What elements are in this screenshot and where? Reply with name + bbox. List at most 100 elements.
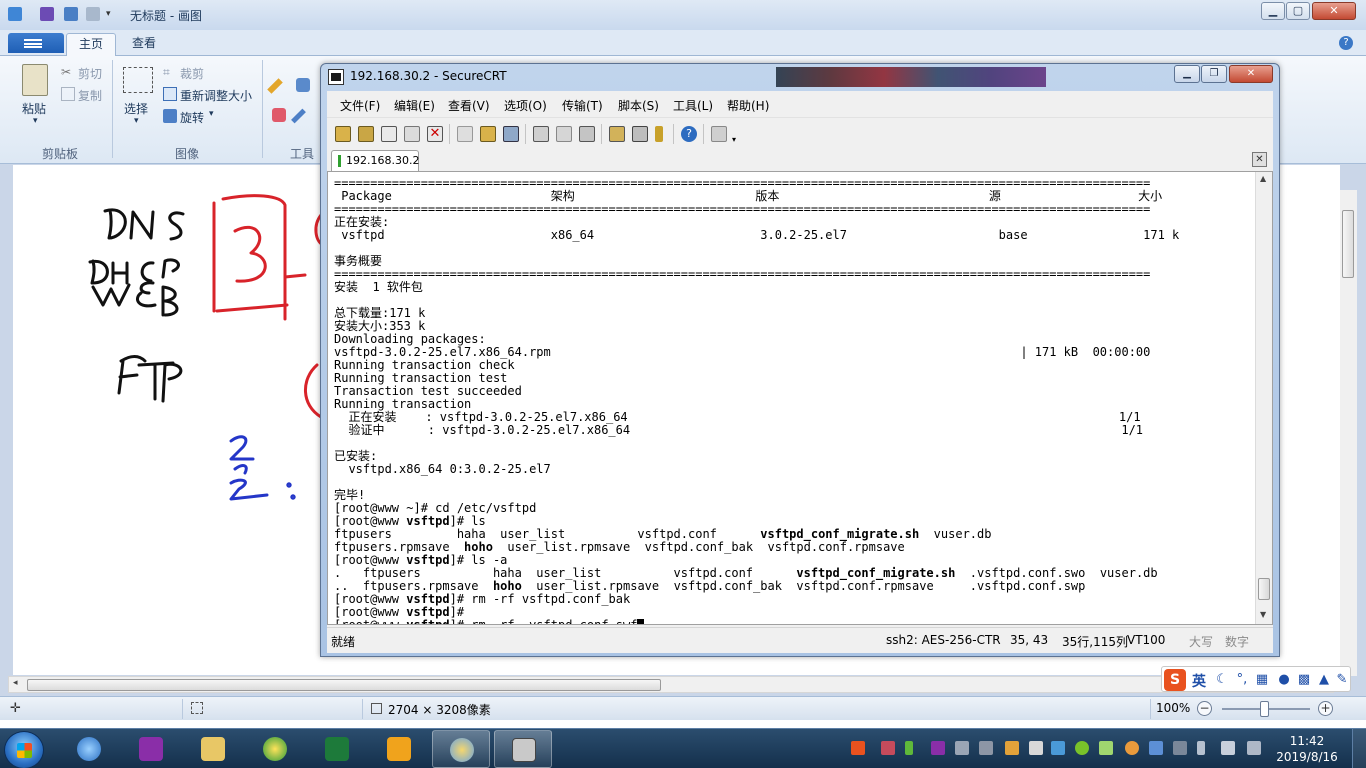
securecrt-restore-button[interactable]: ❐ — [1201, 65, 1227, 83]
session-tab[interactable]: 192.168.30.2 — [331, 150, 419, 171]
terminal-scrollbar[interactable]: ▲ ▼ — [1255, 172, 1272, 624]
sogou-ime-icon[interactable]: S — [1164, 669, 1186, 691]
taskbar-clock[interactable]: 11:42 2019/8/16 — [1272, 733, 1342, 765]
tray-app-icon[interactable] — [1005, 741, 1019, 755]
moon-icon[interactable]: ☾ — [1214, 672, 1230, 688]
sogou-tray-icon[interactable] — [851, 741, 865, 755]
terminal-output[interactable]: ========================================… — [327, 171, 1273, 625]
show-desktop-button[interactable] — [1352, 729, 1366, 768]
menu-help[interactable]: 帮助(H) — [727, 97, 769, 114]
ime-language-toggle[interactable]: 英 — [1192, 671, 1206, 691]
tab-view[interactable]: 查看 — [120, 33, 168, 56]
volume-icon[interactable] — [1221, 741, 1235, 755]
paste-icon[interactable] — [22, 64, 48, 96]
menu-options[interactable]: 选项(O) — [504, 97, 547, 114]
network-tray-icon[interactable] — [955, 741, 969, 755]
display-tray-icon[interactable] — [1247, 741, 1261, 755]
close-tab-button[interactable]: ✕ — [1252, 152, 1267, 167]
select-icon[interactable] — [123, 67, 153, 93]
menu-transfer[interactable]: 传输(T) — [562, 97, 603, 114]
copy-icon[interactable] — [457, 126, 473, 142]
wrench-icon[interactable]: ✎ — [1334, 672, 1350, 688]
color-picker-icon[interactable] — [291, 108, 306, 124]
select-button[interactable]: 选择 — [124, 100, 148, 117]
security-shield-icon[interactable] — [1051, 741, 1065, 755]
menu-edit[interactable]: 编辑(E) — [394, 97, 435, 114]
cut-button[interactable]: 剪切 — [78, 65, 102, 82]
paint-app-icon[interactable] — [8, 7, 22, 21]
start-button[interactable] — [4, 731, 44, 768]
taskbar-browser[interactable] — [246, 730, 304, 768]
printer-icon[interactable] — [579, 126, 595, 142]
rotate-button[interactable]: 旋转 — [180, 109, 204, 126]
resize-button[interactable]: 重新调整大小 — [180, 87, 252, 104]
skin-icon[interactable]: ▩ — [1296, 672, 1312, 688]
paste-icon[interactable] — [480, 126, 496, 142]
zoom-out-button[interactable]: − — [1197, 701, 1212, 716]
undo-icon[interactable] — [64, 7, 78, 21]
connect-in-tab-icon[interactable] — [381, 126, 397, 142]
session-options-icon[interactable] — [609, 126, 625, 142]
securecrt-close-button[interactable]: ✕ — [1229, 65, 1273, 83]
help-icon[interactable]: ? — [681, 126, 697, 142]
save-icon[interactable] — [40, 7, 54, 21]
punctuation-icon[interactable]: °, — [1234, 672, 1250, 688]
paint-close-button[interactable]: ✕ — [1312, 2, 1356, 20]
find-icon[interactable] — [503, 126, 519, 142]
taskbar-excel[interactable] — [308, 730, 366, 768]
paint-minimize-button[interactable]: ▁ — [1261, 2, 1285, 20]
tray-add-icon[interactable] — [1075, 741, 1089, 755]
rotate-dropdown-icon[interactable]: ▾ — [209, 109, 214, 119]
menu-tools[interactable]: 工具(L) — [673, 97, 713, 114]
tab-home[interactable]: 主页 — [66, 33, 117, 56]
tray-app-icon[interactable] — [1125, 741, 1139, 755]
key-icon[interactable] — [655, 126, 663, 142]
select-dropdown-icon[interactable]: ▾ — [134, 116, 139, 126]
securecrt-minimize-button[interactable]: ▁ — [1174, 65, 1200, 83]
copy-button[interactable]: 复制 — [78, 87, 102, 104]
redo-icon[interactable] — [86, 7, 100, 21]
quick-connect-icon[interactable] — [358, 126, 374, 142]
scroll-left-icon[interactable]: ◂ — [13, 678, 18, 688]
onenote-tray-icon[interactable] — [931, 741, 945, 755]
paint-file-menu-button[interactable] — [8, 33, 64, 53]
menu-view[interactable]: 查看(V) — [448, 97, 490, 114]
taskbar-ie[interactable] — [60, 730, 118, 768]
zoom-slider-thumb[interactable] — [1260, 701, 1269, 717]
paint-vertical-scroll-thumb[interactable] — [1342, 210, 1354, 278]
tray-app-icon[interactable] — [1173, 741, 1187, 755]
scroll-up-icon[interactable]: ▲ — [1260, 174, 1266, 183]
reconnect-icon[interactable] — [404, 126, 420, 142]
securecrt-titlebar[interactable]: 192.168.30.2 - SecureCRT ▁ ❐ ✕ — [321, 64, 1279, 90]
paint-horizontal-scroll-thumb[interactable] — [27, 679, 661, 691]
crop-button[interactable]: 裁剪 — [180, 65, 204, 82]
taskbar-securecrt-app[interactable] — [370, 730, 428, 768]
eraser-icon[interactable] — [272, 108, 286, 122]
taskbar-securecrt[interactable] — [494, 730, 552, 768]
help-icon[interactable]: ? — [1339, 36, 1353, 50]
paint-horizontal-scrollbar[interactable]: ◂ ▸ — [8, 676, 1334, 693]
paste-dropdown-icon[interactable]: ▾ — [33, 116, 38, 126]
pencil-icon[interactable] — [267, 78, 283, 94]
terminal-scroll-thumb[interactable] — [1258, 578, 1270, 600]
print-selection-icon[interactable] — [556, 126, 572, 142]
shirt-icon[interactable]: ▲ — [1316, 672, 1332, 688]
print-icon[interactable] — [533, 126, 549, 142]
zoom-in-button[interactable]: + — [1318, 701, 1333, 716]
menu-script[interactable]: 脚本(S) — [618, 97, 659, 114]
taskbar-onenote[interactable] — [122, 730, 180, 768]
keyboard-icon[interactable]: ▦ — [1254, 672, 1270, 688]
tray-app-icon[interactable] — [1029, 741, 1043, 755]
user-icon[interactable]: ● — [1276, 672, 1292, 688]
securecrt-app-icon[interactable] — [328, 69, 344, 85]
taskbar-paint[interactable] — [432, 730, 490, 768]
keymap-icon[interactable] — [711, 126, 727, 142]
toolbar-overflow-icon[interactable]: ▾ — [732, 136, 740, 144]
taskbar-explorer[interactable] — [184, 730, 242, 768]
tray-app-icon[interactable] — [1149, 741, 1163, 755]
tray-app-icon[interactable] — [881, 741, 895, 755]
customize-quick-access-icon[interactable]: ▾ — [106, 7, 116, 21]
global-options-icon[interactable] — [632, 126, 648, 142]
paint-vertical-scrollbar[interactable] — [1340, 190, 1357, 676]
scroll-down-icon[interactable]: ▼ — [1260, 610, 1266, 619]
